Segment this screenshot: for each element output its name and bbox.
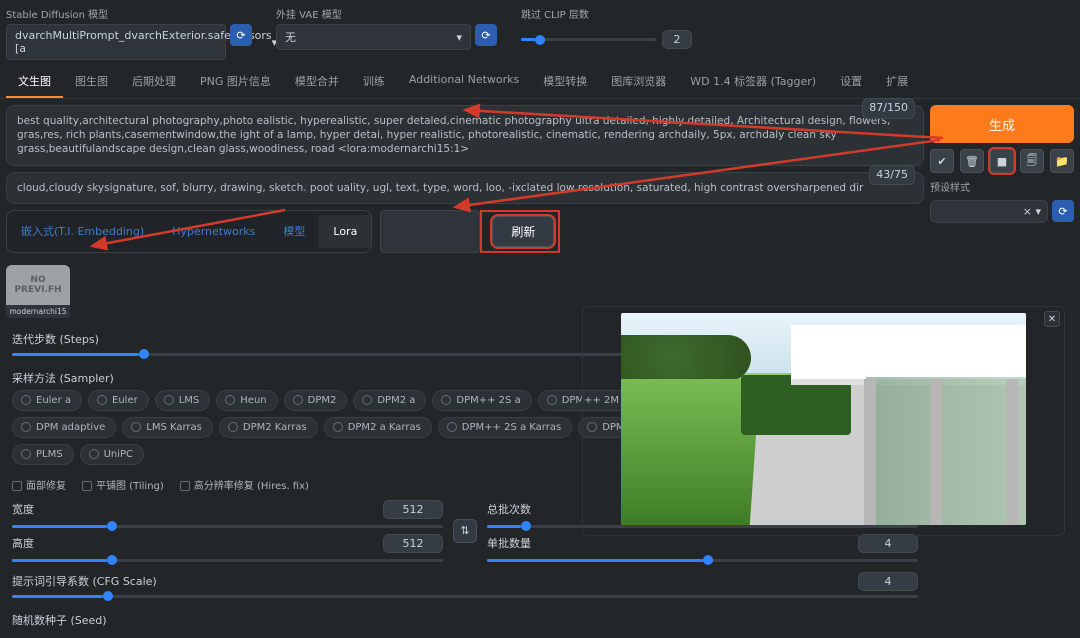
extra-network-refresh[interactable]: 刷新 <box>492 216 554 247</box>
vae-refresh[interactable]: ⟳ <box>475 24 497 46</box>
main-tab-5[interactable]: 训练 <box>351 66 397 98</box>
neg-prompt-counter: 43/75 <box>869 165 915 186</box>
sampler-Heun[interactable]: Heun <box>216 390 277 411</box>
height-slider[interactable] <box>12 559 443 562</box>
main-tab-9[interactable]: WD 1.4 标签器 (Tagger) <box>678 66 828 98</box>
top-bar: Stable Diffusion 模型 dvarchMultiPrompt_dv… <box>0 0 1080 60</box>
sampler-LMS[interactable]: LMS <box>155 390 211 411</box>
output-gallery: ✕ <box>582 306 1065 536</box>
extra-tab-模型[interactable]: 模型 <box>269 213 319 249</box>
main-tab-10[interactable]: 设置 <box>828 66 874 98</box>
swap-dims-button[interactable]: ⇅ <box>453 519 477 543</box>
batch-size-slider[interactable] <box>487 559 918 562</box>
width-value[interactable]: 512 <box>383 500 443 519</box>
main-tab-6[interactable]: Additional Networks <box>397 66 531 98</box>
tiling-check[interactable]: 平铺图 (Tiling) <box>82 477 164 492</box>
hires-fix-check[interactable]: 高分辨率修复 (Hires. fix) <box>180 477 309 492</box>
chevron-down-icon: ▾ <box>456 31 462 44</box>
width-slider[interactable] <box>12 525 443 528</box>
face-restore-check[interactable]: 面部修复 <box>12 477 66 492</box>
sampler-DPM2[interactable]: DPM2 <box>284 390 348 411</box>
main-tab-0[interactable]: 文生图 <box>6 66 63 98</box>
cfg-value[interactable]: 4 <box>858 572 918 591</box>
extra-tab-Lora[interactable]: Lora <box>319 215 371 248</box>
sampler-LMS-Karras[interactable]: LMS Karras <box>122 417 213 438</box>
sampler-Euler[interactable]: Euler <box>88 390 149 411</box>
extra-tab-Hypernetworks[interactable]: Hypernetworks <box>158 215 269 248</box>
lora-card-name: modernarchi15 <box>6 305 70 318</box>
extra-tab-嵌入式(T.I. Embedding)[interactable]: 嵌入式(T.I. Embedding) <box>7 213 158 249</box>
height-label: 高度 <box>12 535 34 551</box>
sampler-DPM2-Karras[interactable]: DPM2 Karras <box>219 417 318 438</box>
preset-label: 预设样式 <box>930 179 1074 194</box>
main-tab-1[interactable]: 图生图 <box>63 66 120 98</box>
extra-network-tabs: 嵌入式(T.I. Embedding)Hypernetworks模型Lora <box>6 210 372 253</box>
vae-select[interactable]: 无▾ <box>276 24 471 50</box>
preset-select[interactable]: × ▾ <box>930 200 1048 223</box>
sampler-PLMS[interactable]: PLMS <box>12 444 74 465</box>
quick-action-2[interactable]: ■ <box>990 149 1014 173</box>
sampler-DPM-2S-a[interactable]: DPM++ 2S a <box>432 390 531 411</box>
quick-action-4[interactable]: 📁 <box>1050 149 1074 173</box>
extra-network-search[interactable] <box>380 210 480 253</box>
main-tab-7[interactable]: 模型转换 <box>531 66 599 98</box>
batch-size-label: 单批数量 <box>487 535 531 551</box>
quick-action-row: ✔🗑■🗐📁 <box>930 149 1074 173</box>
width-label: 宽度 <box>12 501 34 517</box>
output-image[interactable] <box>621 313 1026 525</box>
quick-action-1[interactable]: 🗑 <box>960 149 984 173</box>
main-tab-4[interactable]: 模型合并 <box>283 66 351 98</box>
cfg-label: 提示词引导系数 (CFG Scale) <box>12 573 157 589</box>
gallery-close-icon[interactable]: ✕ <box>1044 311 1060 327</box>
main-tab-2[interactable]: 后期处理 <box>120 66 188 98</box>
main-tab-8[interactable]: 图库浏览器 <box>599 66 678 98</box>
main-tab-11[interactable]: 扩展 <box>874 66 920 98</box>
main-tab-3[interactable]: PNG 图片信息 <box>188 66 283 98</box>
sampler-DPM-2S-a-Karras[interactable]: DPM++ 2S a Karras <box>438 417 572 438</box>
quick-action-3[interactable]: 🗐 <box>1020 149 1044 173</box>
sampler-Euler-a[interactable]: Euler a <box>12 390 82 411</box>
clip-skip-slider[interactable] <box>521 38 656 41</box>
sd-model-select[interactable]: dvarchMultiPrompt_dvarchExterior.safeten… <box>6 24 226 60</box>
sampler-DPM2-a[interactable]: DPM2 a <box>353 390 426 411</box>
sd-model-refresh[interactable]: ⟳ <box>230 24 252 46</box>
prompt-input[interactable]: 87/150 best quality,architectural photog… <box>6 105 924 166</box>
sampler-DPM-adaptive[interactable]: DPM adaptive <box>12 417 116 438</box>
seed-label: 随机数种子 (Seed) <box>12 612 918 628</box>
main-tabs: 文生图图生图后期处理PNG 图片信息模型合并训练Additional Netwo… <box>0 60 1080 99</box>
steps-label: 迭代步数 (Steps) <box>12 331 99 347</box>
batch-count-label: 总批次数 <box>487 501 531 517</box>
quick-action-0[interactable]: ✔ <box>930 149 954 173</box>
clip-skip-label: 跳过 CLIP 层数 <box>521 6 692 21</box>
sampler-UniPC[interactable]: UniPC <box>80 444 144 465</box>
lora-card-modernarchi15[interactable]: NO PREVI.FH modernarchi15 <box>6 265 70 318</box>
vae-label: 外挂 VAE 模型 <box>276 6 497 21</box>
negative-prompt-input[interactable]: 43/75 cloud,cloudy skysignature, sof, bl… <box>6 172 924 204</box>
no-preview-placeholder: NO PREVI.FH <box>6 265 70 305</box>
cfg-slider[interactable] <box>12 595 918 598</box>
clip-skip-value[interactable]: 2 <box>662 30 692 49</box>
sd-model-label: Stable Diffusion 模型 <box>6 6 252 21</box>
preset-refresh[interactable]: ⟳ <box>1052 200 1074 222</box>
sampler-DPM2-a-Karras[interactable]: DPM2 a Karras <box>324 417 432 438</box>
prompt-counter: 87/150 <box>862 98 915 119</box>
generate-button[interactable]: 生成 <box>930 105 1074 143</box>
